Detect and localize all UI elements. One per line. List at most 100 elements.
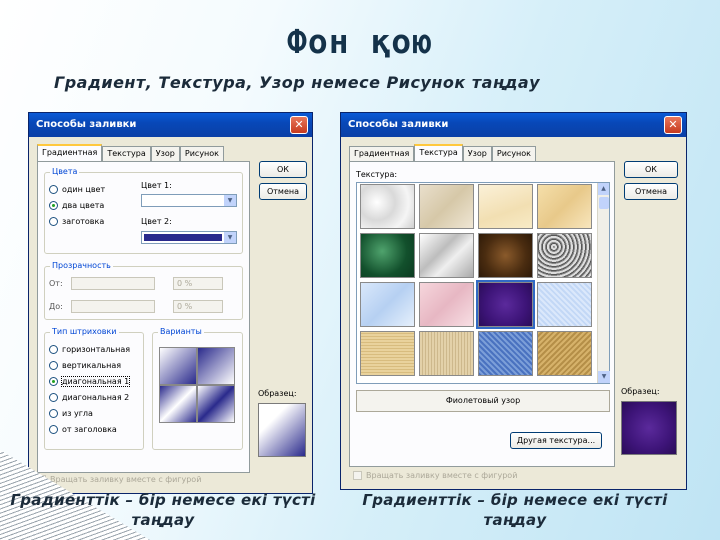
texture-brown-marble[interactable]	[478, 233, 533, 278]
sample-label: Образец:	[621, 387, 660, 396]
texture-blue-tissue[interactable]	[360, 282, 415, 327]
color1-select[interactable]: ▼	[141, 194, 237, 207]
radio-from-corner-label: из угла	[62, 409, 93, 418]
tab-gradient[interactable]: Градиентная	[349, 146, 415, 161]
caption-left: Градиенттік – бір немесе екі түсті таңда…	[10, 491, 316, 529]
rotate-with-shape-checkbox[interactable]: Вращать заливку вместе с фигурой	[37, 475, 201, 484]
tab-texture[interactable]: Текстура	[102, 146, 151, 161]
radio-diagonal-2[interactable]: диагональная 2	[49, 393, 129, 402]
radio-vertical[interactable]: вертикальная	[49, 361, 121, 370]
transparency-group-label: Прозрачность	[50, 261, 113, 270]
rotate-with-shape-label: Вращать заливку вместе с фигурой	[366, 471, 518, 480]
scroll-down-icon[interactable]: ▼	[598, 371, 610, 383]
color1-label: Цвет 1:	[141, 181, 172, 190]
radio-from-title-label: от заголовка	[62, 425, 117, 434]
tab-strip: Градиентная Текстура Узор Рисунок	[37, 144, 225, 161]
texture-name-field: Фиолетовый узор	[356, 390, 610, 412]
texture-purple-mesh[interactable]	[476, 280, 535, 329]
texture-blue-fleck[interactable]	[537, 282, 592, 327]
scroll-up-icon[interactable]: ▲	[598, 183, 609, 195]
tab-pattern[interactable]: Узор	[150, 146, 180, 161]
fill-effects-dialog-gradient: Способы заливки ✕ Градиентная Текстура У…	[28, 112, 313, 494]
color2-select[interactable]: ▼	[141, 231, 237, 244]
dialog-title: Способы заливки	[348, 119, 449, 130]
radio-two-colors[interactable]: два цвета	[49, 201, 104, 210]
variants-group-label: Варианты	[158, 327, 204, 336]
shading-styles-group: Тип штриховки горизонтальная вертикальна…	[44, 327, 144, 450]
dialog-titlebar: Способы заливки ✕	[29, 113, 312, 137]
texture-burlap[interactable]	[419, 331, 474, 376]
slide-subtitle: Градиент, Текстура, Узор немесе Рисунок …	[54, 73, 541, 92]
texture-beige-paper[interactable]	[419, 184, 474, 229]
radio-diagonal-1-label: диагональная 1	[60, 376, 131, 387]
tab-picture[interactable]: Рисунок	[179, 146, 225, 161]
shading-group-label: Тип штриховки	[50, 327, 119, 336]
tab-strip: Градиентная Текстура Узор Рисунок	[349, 144, 537, 161]
variants-group: Варианты	[152, 327, 243, 450]
color2-swatch	[144, 234, 222, 241]
variant-swatch-1[interactable]	[159, 347, 197, 385]
close-icon[interactable]: ✕	[664, 116, 682, 134]
texture-granite[interactable]	[537, 233, 592, 278]
radio-from-title[interactable]: от заголовка	[49, 425, 117, 434]
to-slider[interactable]	[71, 300, 155, 313]
radio-two-colors-label: два цвета	[62, 201, 105, 210]
texture-panel: Текстура: ▲ ▼ Фиолетовый узор Другая тек…	[349, 161, 615, 467]
gradient-panel: Цвета один цвет два цвета заготовка Цвет…	[37, 161, 250, 473]
fill-effects-dialog-texture: Способы заливки ✕ Градиентная Текстура У…	[340, 112, 687, 490]
dialog-title: Способы заливки	[36, 119, 137, 130]
variant-swatch-3[interactable]	[159, 385, 197, 423]
radio-horizontal[interactable]: горизонтальная	[49, 345, 130, 354]
texture-gray-marble[interactable]	[419, 233, 474, 278]
texture-sand[interactable]	[537, 184, 592, 229]
to-label: До:	[49, 302, 63, 311]
variant-swatch-2[interactable]	[197, 347, 235, 385]
texture-pink-tissue[interactable]	[419, 282, 474, 327]
ok-button[interactable]: ОК	[624, 161, 678, 178]
radio-from-corner[interactable]: из угла	[49, 409, 93, 418]
caption-right: Градиенттік – бір немесе екі түсті таңда…	[362, 491, 668, 529]
tab-picture[interactable]: Рисунок	[491, 146, 537, 161]
from-value-field[interactable]: 0 %	[173, 277, 223, 290]
sample-preview	[621, 401, 677, 455]
cancel-button[interactable]: Отмена	[259, 183, 307, 200]
radio-horizontal-label: горизонтальная	[62, 345, 131, 354]
sample-preview	[258, 403, 306, 457]
chevron-down-icon: ▼	[224, 195, 236, 206]
ok-button[interactable]: ОК	[259, 161, 307, 178]
to-value-field[interactable]: 0 %	[173, 300, 223, 313]
transparency-group: Прозрачность От: 0 % До: 0 %	[44, 261, 243, 320]
texture-white-marble[interactable]	[360, 184, 415, 229]
radio-preset-label: заготовка	[62, 217, 105, 226]
gallery-scrollbar[interactable]: ▲ ▼	[597, 183, 610, 383]
rotate-with-shape-checkbox[interactable]: Вращать заливку вместе с фигурой	[353, 471, 517, 480]
chevron-down-icon: ▼	[224, 232, 236, 243]
tab-gradient[interactable]: Градиентная	[37, 144, 103, 161]
radio-one-color-label: один цвет	[62, 185, 106, 194]
variant-swatch-4[interactable]	[197, 385, 235, 423]
radio-one-color[interactable]: один цвет	[49, 185, 105, 194]
tab-texture[interactable]: Текстура	[414, 144, 463, 161]
slide-title: Фон қою	[286, 22, 434, 61]
scroll-thumb[interactable]	[599, 197, 609, 209]
colors-group-label: Цвета	[50, 167, 80, 176]
cancel-button[interactable]: Отмена	[624, 183, 678, 200]
from-label: От:	[49, 279, 63, 288]
texture-light-parchment[interactable]	[478, 184, 533, 229]
color2-label: Цвет 2:	[141, 217, 172, 226]
close-icon[interactable]: ✕	[290, 116, 308, 134]
colors-group: Цвета один цвет два цвета заготовка Цвет…	[44, 167, 243, 254]
texture-denim[interactable]	[478, 331, 533, 376]
rotate-with-shape-label: Вращать заливку вместе с фигурой	[50, 475, 202, 484]
texture-canvas[interactable]	[360, 331, 415, 376]
radio-preset[interactable]: заготовка	[49, 217, 104, 226]
sample-label: Образец:	[258, 389, 297, 398]
radio-vertical-label: вертикальная	[62, 361, 122, 370]
texture-green-marble[interactable]	[360, 233, 415, 278]
from-slider[interactable]	[71, 277, 155, 290]
radio-diagonal-1[interactable]: диагональная 1	[49, 376, 131, 387]
radio-diagonal-2-label: диагональная 2	[62, 393, 130, 402]
other-texture-button[interactable]: Другая текстура...	[510, 432, 602, 449]
tab-pattern[interactable]: Узор	[462, 146, 492, 161]
texture-woven[interactable]	[537, 331, 592, 376]
